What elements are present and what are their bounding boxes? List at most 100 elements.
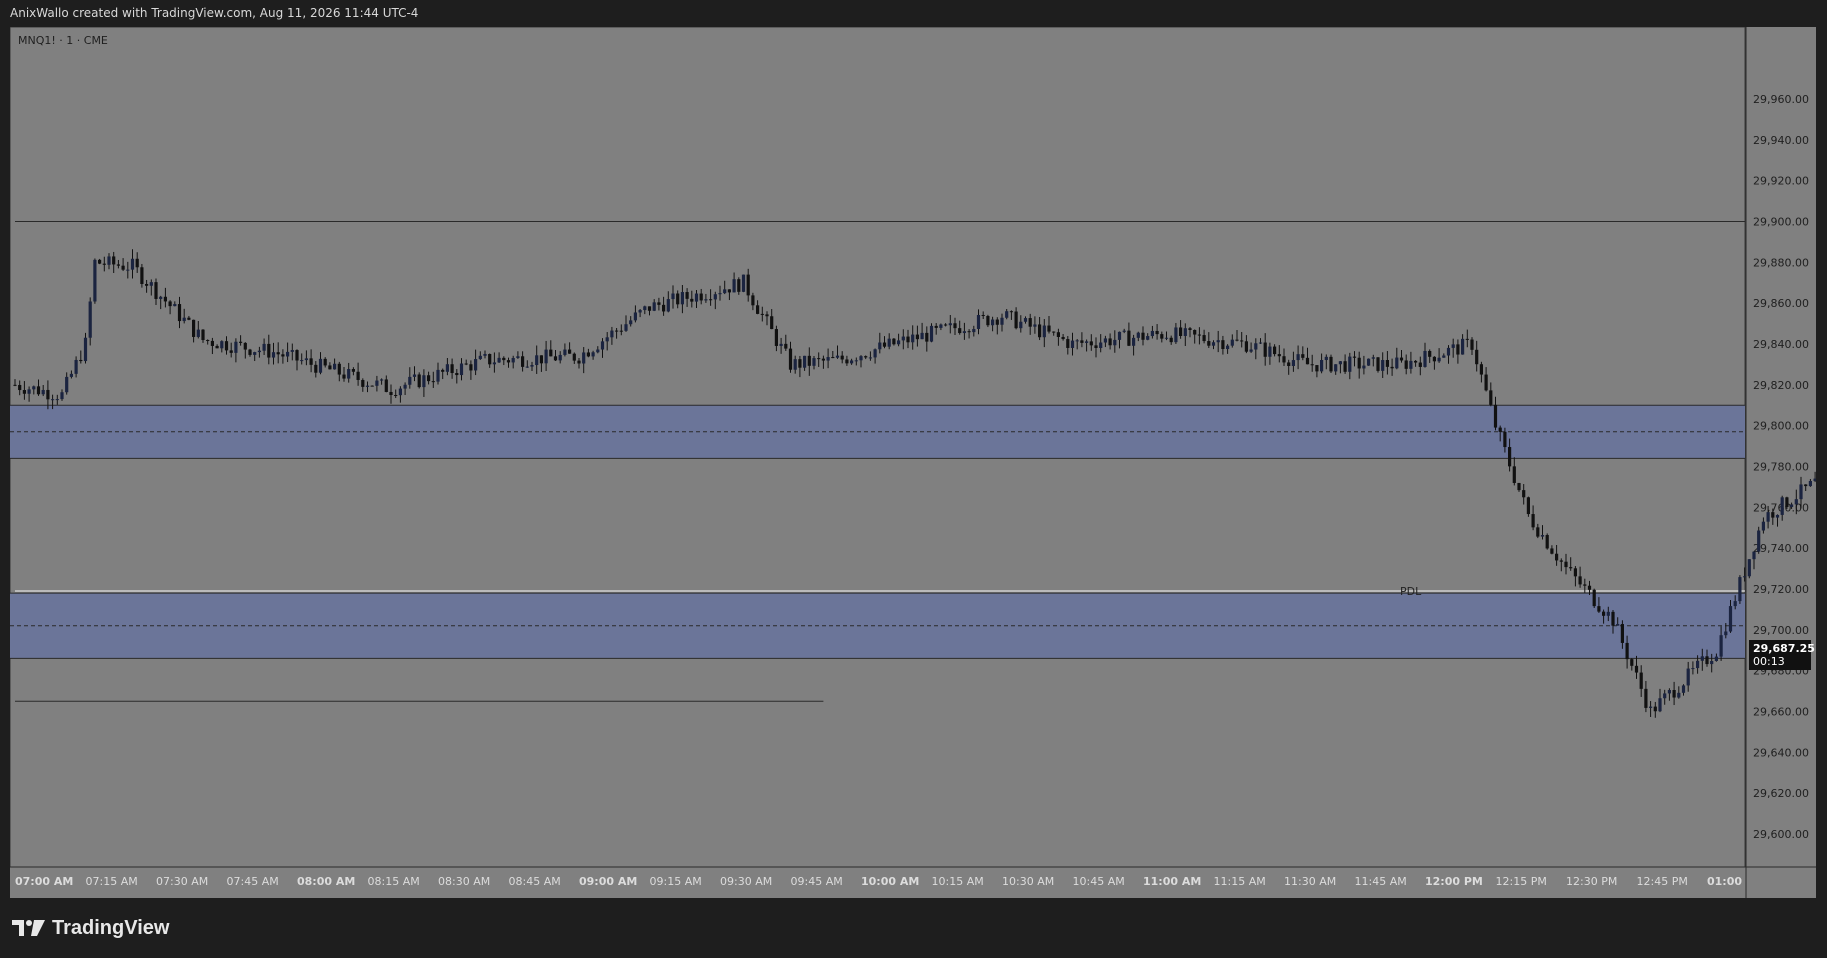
candle-body bbox=[1094, 345, 1098, 348]
candle-body bbox=[384, 379, 388, 392]
candle-body bbox=[1183, 328, 1187, 336]
candle-body bbox=[46, 389, 50, 400]
candle-body bbox=[192, 319, 196, 337]
candle-body bbox=[347, 369, 351, 379]
candle-body bbox=[1630, 659, 1634, 666]
candle-body bbox=[403, 384, 407, 389]
candle-body bbox=[1540, 535, 1545, 537]
candle-body bbox=[1738, 577, 1742, 602]
bar-countdown: 00:13 bbox=[1753, 655, 1785, 668]
candle-body bbox=[1108, 338, 1112, 346]
candle-body bbox=[431, 381, 435, 383]
candle-body bbox=[1696, 660, 1700, 669]
candle-body bbox=[1033, 324, 1037, 327]
candle-body bbox=[13, 384, 17, 386]
candle-body bbox=[934, 325, 938, 328]
candle-body bbox=[145, 283, 149, 286]
candle-body bbox=[130, 258, 135, 270]
candle-body bbox=[953, 323, 957, 329]
chart-area[interactable]: PDL 29,600.00 29,620.00 29,640.00 29,660.00 2… bbox=[10, 27, 1816, 898]
candle-body bbox=[126, 269, 130, 271]
candle-body bbox=[436, 369, 440, 382]
candle-body bbox=[300, 360, 304, 362]
candle-body bbox=[79, 359, 83, 362]
candle-body bbox=[850, 360, 854, 364]
candle-body bbox=[83, 337, 88, 362]
candle-body bbox=[1677, 692, 1681, 698]
candle-body bbox=[887, 338, 891, 347]
candle-body bbox=[427, 375, 431, 382]
y-tick-label: 29,900.00 bbox=[1753, 216, 1809, 229]
candle-body bbox=[1728, 606, 1733, 632]
candle-body bbox=[690, 298, 694, 302]
candle-body bbox=[1775, 514, 1780, 518]
candle-body bbox=[1273, 346, 1277, 355]
candle-body bbox=[1451, 344, 1455, 348]
y-tick-label: 29,860.00 bbox=[1753, 297, 1809, 310]
candle-body bbox=[657, 302, 661, 305]
candle-body bbox=[257, 350, 261, 353]
candle-body bbox=[323, 358, 327, 366]
candle-body bbox=[1564, 561, 1568, 568]
candle-body bbox=[88, 301, 92, 338]
candle-body bbox=[398, 388, 402, 396]
candle-body bbox=[1169, 337, 1173, 343]
candle-body bbox=[1761, 521, 1765, 531]
candle-body bbox=[1705, 656, 1709, 665]
candle-body bbox=[1263, 342, 1267, 357]
candle-body bbox=[652, 302, 656, 311]
x-tick-label: 11:30 AM bbox=[1284, 875, 1336, 888]
candle-body bbox=[102, 263, 106, 265]
y-tick-label: 29,780.00 bbox=[1753, 461, 1809, 474]
candle-body bbox=[290, 350, 294, 352]
candle-body bbox=[1089, 341, 1093, 346]
candle-body bbox=[530, 365, 534, 367]
candle-body bbox=[1804, 484, 1808, 487]
candle-body bbox=[737, 279, 741, 292]
tradingview-logo[interactable]: TradingView bbox=[12, 915, 169, 941]
candle-body bbox=[135, 258, 139, 268]
candle-body bbox=[962, 331, 966, 334]
candle-body bbox=[1070, 340, 1075, 348]
candle-body bbox=[1080, 340, 1084, 343]
candle-body bbox=[610, 330, 614, 338]
candle-body bbox=[647, 306, 652, 311]
candle-body bbox=[694, 293, 699, 302]
candle-body bbox=[1310, 364, 1314, 366]
y-tick-label: 29,620.00 bbox=[1753, 787, 1809, 800]
candle-body bbox=[1385, 360, 1389, 367]
candle-body bbox=[1216, 340, 1220, 343]
candle-body bbox=[27, 389, 31, 394]
candle-body bbox=[1710, 660, 1714, 665]
candle-body bbox=[911, 334, 915, 343]
candle-body bbox=[1503, 431, 1507, 448]
candle-body bbox=[365, 385, 370, 387]
x-tick-label: 11:15 AM bbox=[1214, 875, 1266, 888]
candle-body bbox=[1005, 311, 1009, 318]
y-tick-label: 29,920.00 bbox=[1753, 175, 1809, 188]
candle-body bbox=[1155, 330, 1159, 335]
candle-body bbox=[1235, 339, 1239, 341]
candle-body bbox=[826, 357, 830, 361]
candle-body bbox=[1550, 548, 1554, 554]
candle-body bbox=[22, 390, 26, 394]
candle-body bbox=[643, 306, 647, 311]
candle-body bbox=[229, 350, 233, 353]
candle-body bbox=[1470, 339, 1474, 350]
candle-body bbox=[835, 355, 840, 358]
candle-body bbox=[1418, 362, 1422, 367]
candle-body bbox=[1282, 356, 1286, 363]
x-tick-label: 11:45 AM bbox=[1355, 875, 1407, 888]
candle-body bbox=[1221, 340, 1225, 350]
x-tick-label: 08:30 AM bbox=[438, 875, 490, 888]
candle-body bbox=[525, 366, 529, 368]
candle-body bbox=[1136, 332, 1140, 338]
chart-svg[interactable]: PDL 29,600.00 29,620.00 29,640.00 29,660.00 2… bbox=[10, 27, 1816, 898]
candle-body bbox=[967, 331, 971, 333]
x-tick-label: 07:30 AM bbox=[156, 875, 208, 888]
candle-body bbox=[713, 294, 717, 300]
candle-body bbox=[506, 360, 511, 363]
x-tick-label: 09:30 AM bbox=[720, 875, 772, 888]
candle-body bbox=[727, 289, 731, 293]
candle-body bbox=[417, 374, 421, 388]
